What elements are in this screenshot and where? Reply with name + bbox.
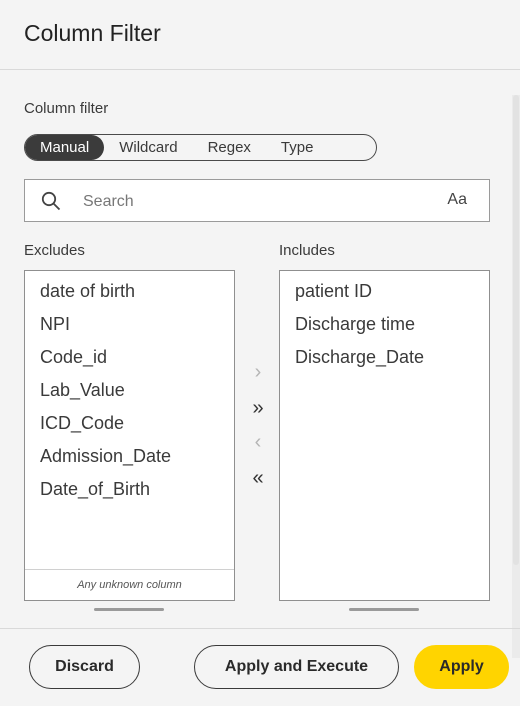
scrollbar-thumb[interactable] [513, 95, 519, 565]
mode-wildcard-tab[interactable]: Wildcard [104, 135, 192, 160]
filter-mode-selector: Manual Wildcard Regex Type [24, 134, 377, 161]
dialog-title: Column Filter [24, 20, 161, 46]
includes-label: Includes [279, 242, 335, 259]
include-item[interactable]: Discharge time [280, 308, 489, 341]
exclude-item[interactable]: NPI [25, 308, 234, 341]
include-item[interactable]: patient ID [280, 275, 489, 308]
column-filter-label: Column filter [24, 100, 109, 117]
excludes-list: date of birth NPI Code_id Lab_Value ICD_… [24, 270, 235, 601]
include-item[interactable]: Discharge_Date [280, 341, 489, 374]
mode-type-tab[interactable]: Type [266, 135, 329, 160]
dialog-header: Column Filter [0, 0, 520, 70]
exclude-item[interactable]: Date_of_Birth [25, 473, 234, 506]
exclude-item[interactable]: date of birth [25, 275, 234, 308]
move-all-right-icon[interactable]: » [247, 397, 269, 419]
exclude-item[interactable]: ICD_Code [25, 407, 234, 440]
move-right-icon[interactable]: › [247, 361, 269, 383]
match-case-toggle[interactable]: Aa [447, 191, 467, 209]
includes-resize-handle[interactable] [349, 608, 419, 611]
exclude-item[interactable]: Lab_Value [25, 374, 234, 407]
apply-button[interactable]: Apply [414, 645, 509, 689]
excludes-label: Excludes [24, 242, 85, 259]
exclude-item[interactable]: Admission_Date [25, 440, 234, 473]
discard-button[interactable]: Discard [29, 645, 140, 689]
exclude-item[interactable]: Code_id [25, 341, 234, 374]
search-icon [41, 191, 61, 211]
apply-and-execute-button[interactable]: Apply and Execute [194, 645, 399, 689]
vertical-scrollbar[interactable] [512, 95, 520, 658]
excludes-resize-handle[interactable] [94, 608, 164, 611]
search-box: Aa [24, 179, 490, 222]
search-input[interactable] [81, 188, 445, 216]
mode-regex-tab[interactable]: Regex [193, 135, 266, 160]
includes-list: patient ID Discharge time Discharge_Date [279, 270, 490, 601]
move-left-icon[interactable]: ‹ [247, 431, 269, 453]
move-all-left-icon[interactable]: « [247, 467, 269, 489]
any-unknown-column[interactable]: Any unknown column [25, 569, 234, 600]
mode-manual-tab[interactable]: Manual [25, 135, 105, 160]
